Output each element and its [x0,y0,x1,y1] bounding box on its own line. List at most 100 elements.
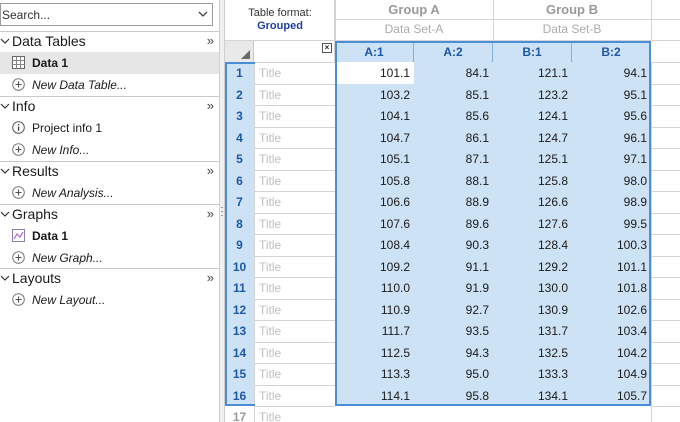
column-header-b2[interactable]: B:2 [572,41,651,62]
more-options-icon[interactable]: » [207,206,214,221]
group-b-title[interactable]: Group B [493,0,651,19]
data-cell[interactable]: 108.4 [335,234,414,256]
data-cell[interactable]: 93.5 [414,320,493,342]
data-cell[interactable] [493,406,572,422]
data-cell[interactable]: 105.8 [335,169,414,191]
more-options-icon[interactable]: » [207,33,214,48]
data-cell[interactable]: 95.1 [572,83,651,105]
data-cell[interactable]: 97.1 [572,148,651,170]
row-number[interactable]: 9 [225,234,254,256]
data-cell[interactable]: 94.3 [414,341,493,363]
data-cell[interactable]: 123.2 [493,83,572,105]
data-cell[interactable]: 114.1 [335,384,414,406]
row-number[interactable]: 15 [225,363,254,385]
row-number[interactable]: 8 [225,212,254,234]
section-header-layouts[interactable]: Layouts » [0,269,219,289]
data-cell[interactable]: 105.1 [335,148,414,170]
more-options-icon[interactable]: » [207,270,214,285]
data-cell[interactable]: 128.4 [493,234,572,256]
data-cell[interactable]: 104.2 [572,341,651,363]
data-cell[interactable]: 130.9 [493,298,572,320]
data-cell[interactable]: 94.1 [572,62,651,84]
sidebar-item-project-info[interactable]: Project info 1 [0,117,219,139]
sidebar-item-new-layout[interactable]: New Layout... [0,289,219,311]
row-title-cell[interactable]: Title [255,256,335,278]
row-title-cell[interactable]: Title [255,84,335,106]
chevron-down-icon[interactable] [197,8,209,20]
row-number[interactable]: 16 [225,384,254,406]
data-cell[interactable]: 85.6 [414,105,493,127]
chevron-down-icon[interactable] [0,209,10,219]
data-cell[interactable]: 110.0 [335,277,414,299]
data-cell[interactable]: 131.7 [493,320,572,342]
data-cell[interactable]: 91.1 [414,255,493,277]
data-cell[interactable]: 125.8 [493,169,572,191]
data-cell[interactable]: 126.6 [493,191,572,213]
row-title-cell[interactable]: Title [255,406,335,422]
row-number[interactable]: 11 [225,277,254,299]
sidebar-item-data-1[interactable]: Data 1 [0,52,219,74]
data-cell[interactable]: 101.1 [335,62,414,84]
close-icon[interactable]: × [322,43,332,53]
data-cell[interactable]: 100.3 [572,234,651,256]
chevron-down-icon[interactable] [0,36,10,46]
row-number[interactable]: 4 [225,126,254,148]
row-number[interactable]: 14 [225,341,254,363]
data-cell[interactable]: 124.1 [493,105,572,127]
data-cell[interactable]: 98.9 [572,191,651,213]
more-options-icon[interactable]: » [207,163,214,178]
data-cell[interactable]: 95.8 [414,384,493,406]
section-header-graphs[interactable]: Graphs » [0,205,219,225]
sidebar-item-new-analysis[interactable]: New Analysis... [0,182,219,204]
data-cell[interactable]: 125.1 [493,148,572,170]
section-header-data-tables[interactable]: Data Tables » [0,32,219,52]
data-cell[interactable]: 88.9 [414,191,493,213]
data-cell[interactable]: 134.1 [493,384,572,406]
row-number[interactable]: 6 [225,169,254,191]
section-header-results[interactable]: Results » [0,162,219,182]
row-title-cell[interactable]: Title [255,385,335,407]
data-cell[interactable]: 101.8 [572,277,651,299]
data-cell[interactable]: 132.5 [493,341,572,363]
row-title-cell[interactable]: Title [255,213,335,235]
row-title-cell[interactable]: Title [255,127,335,149]
row-title-cell[interactable]: Title [255,363,335,385]
data-cell[interactable]: 85.1 [414,83,493,105]
data-cell[interactable]: 86.1 [414,126,493,148]
data-cell[interactable]: 91.9 [414,277,493,299]
data-cell[interactable]: 92.7 [414,298,493,320]
chevron-down-icon[interactable] [0,101,10,111]
data-cell[interactable]: 103.2 [335,83,414,105]
row-number[interactable]: 1 [225,62,254,84]
data-cell[interactable]: 133.3 [493,363,572,385]
data-cell[interactable]: 109.2 [335,255,414,277]
row-number[interactable]: 17 [225,406,254,422]
sidebar-item-new-data-table[interactable]: New Data Table... [0,74,219,96]
data-cell[interactable]: 121.1 [493,62,572,84]
group-a-title[interactable]: Group A [335,0,493,19]
sidebar-item-graph-data-1[interactable]: Data 1 [0,225,219,247]
table-format-indicator[interactable]: Table format: Grouped [225,0,335,40]
data-cell[interactable]: 87.1 [414,148,493,170]
data-cell[interactable]: 103.4 [572,320,651,342]
data-cell[interactable]: 112.5 [335,341,414,363]
data-cell[interactable] [572,406,651,422]
group-a-subtitle[interactable]: Data Set-A [335,19,493,40]
data-cell[interactable]: 110.9 [335,298,414,320]
data-cell[interactable]: 124.7 [493,126,572,148]
column-header-a2[interactable]: A:2 [414,41,493,62]
row-title-cell[interactable]: Title [255,191,335,213]
data-cell[interactable]: 88.1 [414,169,493,191]
row-title-cell[interactable]: Title [255,320,335,342]
select-all-corner[interactable] [225,41,254,62]
sidebar-item-new-graph[interactable]: New Graph... [0,247,219,269]
chevron-down-icon[interactable] [0,166,10,176]
row-title-cell[interactable]: Title [255,299,335,321]
data-cell[interactable]: 98.0 [572,169,651,191]
row-number[interactable]: 5 [225,148,254,170]
row-number[interactable]: 13 [225,320,254,342]
data-cell[interactable] [414,406,493,422]
data-cell[interactable]: 95.6 [572,105,651,127]
data-cell[interactable]: 105.7 [572,384,651,406]
section-header-info[interactable]: Info » [0,97,219,117]
